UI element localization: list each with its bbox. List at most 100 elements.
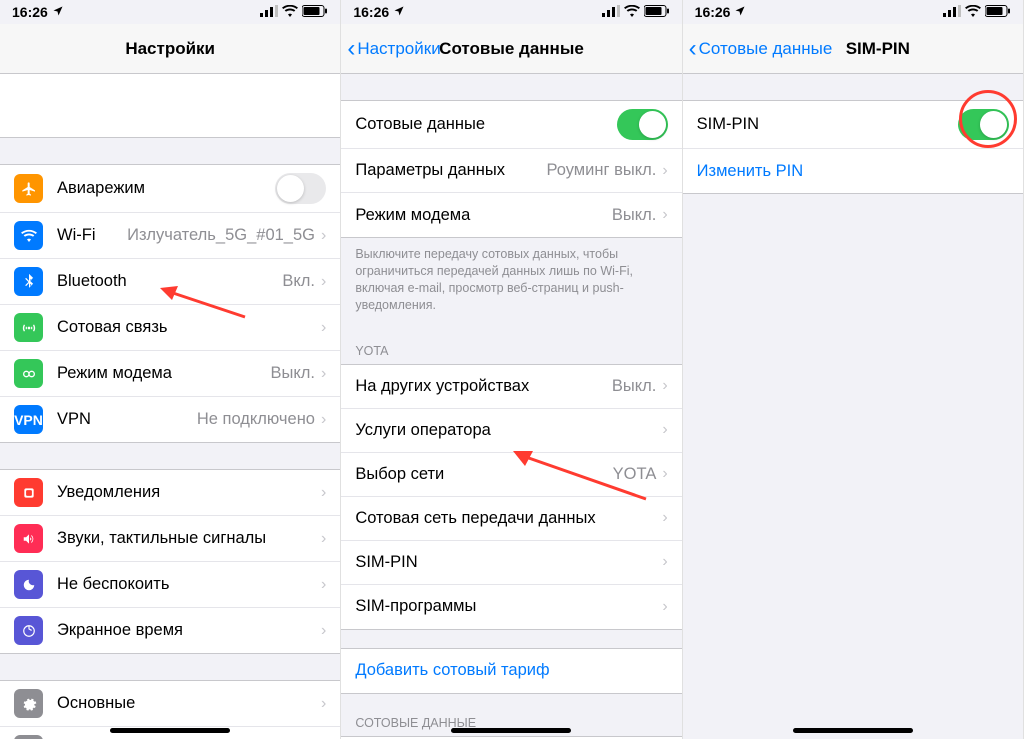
chevron-icon: › — [321, 411, 326, 429]
label: Выбор сети — [355, 465, 612, 484]
battery-icon — [985, 4, 1011, 20]
row-screentime[interactable]: Экранное время › — [0, 608, 340, 653]
battery-icon — [302, 4, 328, 20]
chevron-icon: › — [321, 319, 326, 337]
profile-placeholder[interactable] — [0, 74, 340, 138]
cellular-icon — [14, 313, 43, 342]
chevron-icon: › — [662, 598, 667, 616]
label: Звуки, тактильные сигналы — [57, 529, 321, 548]
chevron-icon: › — [321, 484, 326, 502]
label: SIM-PIN — [697, 115, 958, 134]
wifi-icon — [282, 4, 298, 20]
simpin-toggle[interactable] — [958, 109, 1009, 140]
row-hotspot[interactable]: Режим модема Выкл. › — [341, 193, 681, 237]
back-label: Настройки — [357, 39, 440, 59]
row-cellular-data[interactable]: Сотовые данные — [341, 101, 681, 149]
chevron-icon: › — [662, 465, 667, 483]
cellular-toggle[interactable] — [617, 109, 668, 140]
chevron-icon: › — [321, 695, 326, 713]
label: SIM-программы — [355, 597, 662, 616]
general-icon — [14, 689, 43, 718]
status-time: 16:26 — [695, 4, 731, 20]
nav-bar: ‹ Настройки Сотовые данные — [341, 24, 681, 74]
chevron-left-icon: ‹ — [689, 37, 697, 61]
group-yota: На других устройствах Выкл. › Услуги опе… — [341, 364, 681, 630]
row-network-selection[interactable]: Выбор сети YOTA › — [341, 453, 681, 497]
label: Авиарежим — [57, 179, 275, 198]
row-general[interactable]: Основные › — [0, 681, 340, 727]
row-hotspot[interactable]: Режим модема Выкл. › — [0, 351, 340, 397]
chevron-icon: › — [321, 227, 326, 245]
row-sounds[interactable]: Звуки, тактильные сигналы › — [0, 516, 340, 562]
airplane-icon — [14, 174, 43, 203]
wifi-icon — [14, 221, 43, 250]
label: Сотовая связь — [57, 318, 321, 337]
row-data-options[interactable]: Параметры данных Роуминг выкл. › — [341, 149, 681, 193]
value: Вкл. — [282, 272, 315, 291]
battery-icon — [644, 4, 670, 20]
row-vpn[interactable]: VPN VPN Не подключено › — [0, 397, 340, 442]
location-icon — [52, 4, 64, 20]
signal-icon — [943, 4, 961, 20]
group-simpin: SIM-PIN Изменить PIN — [683, 100, 1023, 194]
row-sim-pin[interactable]: SIM-PIN — [683, 101, 1023, 149]
status-time: 16:26 — [12, 4, 48, 20]
row-other-devices[interactable]: На других устройствах Выкл. › — [341, 365, 681, 409]
notifications-icon — [14, 478, 43, 507]
chevron-icon: › — [662, 206, 667, 224]
pane-settings: 16:26 Настройки Авиарежим — [0, 0, 341, 739]
value: Выкл. — [612, 377, 656, 396]
value: Выкл. — [271, 364, 315, 383]
chevron-icon: › — [662, 162, 667, 180]
label: Экранное время — [57, 621, 321, 640]
chevron-icon: › — [662, 377, 667, 395]
label: Сотовая сеть передачи данных — [355, 509, 662, 528]
row-sim-pin[interactable]: SIM-PIN › — [341, 541, 681, 585]
row-cellular-network[interactable]: Сотовая сеть передачи данных › — [341, 497, 681, 541]
label: Bluetooth — [57, 272, 282, 291]
vpn-icon: VPN — [14, 405, 43, 434]
nav-back-button[interactable]: ‹ Настройки — [347, 24, 440, 73]
nav-title: SIM-PIN — [846, 39, 910, 59]
signal-icon — [260, 4, 278, 20]
home-indicator[interactable] — [110, 728, 230, 733]
nav-title: Настройки — [125, 39, 215, 59]
row-bluetooth[interactable]: Bluetooth Вкл. › — [0, 259, 340, 305]
row-carrier-services[interactable]: Услуги оператора › — [341, 409, 681, 453]
footer-text: Выключите передачу сотовых данных, чтобы… — [341, 238, 681, 322]
chevron-icon: › — [321, 530, 326, 548]
status-time: 16:26 — [353, 4, 389, 20]
row-add-plan[interactable]: Добавить сотовый тариф — [341, 649, 681, 693]
chevron-icon: › — [662, 421, 667, 439]
nav-back-button[interactable]: ‹ Сотовые данные — [689, 24, 833, 73]
airplane-toggle[interactable] — [275, 173, 326, 204]
row-wifi[interactable]: Wi-Fi Излучатель_5G_#01_5G › — [0, 213, 340, 259]
location-icon — [734, 4, 746, 20]
status-bar: 16:26 — [0, 0, 340, 24]
pane-simpin: 16:26 ‹ Сотовые данные SIM-PIN SIM-PIN И… — [683, 0, 1024, 739]
label: Параметры данных — [355, 161, 546, 180]
home-indicator[interactable] — [451, 728, 571, 733]
row-cellular[interactable]: Сотовая связь › — [0, 305, 340, 351]
label: Сотовые данные — [355, 115, 616, 134]
nav-title: Сотовые данные — [439, 39, 584, 59]
chevron-icon: › — [662, 509, 667, 527]
nav-bar: Настройки — [0, 24, 340, 74]
row-airplane[interactable]: Авиарежим — [0, 165, 340, 213]
home-indicator[interactable] — [793, 728, 913, 733]
row-sim-apps[interactable]: SIM-программы › — [341, 585, 681, 629]
label: Добавить сотовый тариф — [355, 661, 667, 680]
controlcenter-icon — [14, 735, 43, 739]
hotspot-icon — [14, 359, 43, 388]
row-notifications[interactable]: Уведомления › — [0, 470, 340, 516]
group-data-usage: Текущий период 87,1 ГБ Текущий период ро… — [341, 736, 681, 739]
nav-bar: ‹ Сотовые данные SIM-PIN — [683, 24, 1023, 74]
sounds-icon — [14, 524, 43, 553]
value: Излучатель_5G_#01_5G — [127, 226, 315, 245]
row-dnd[interactable]: Не беспокоить › — [0, 562, 340, 608]
vpn-text: VPN — [14, 412, 43, 428]
screentime-icon — [14, 616, 43, 645]
value: YOTA — [613, 465, 657, 484]
row-change-pin[interactable]: Изменить PIN — [683, 149, 1023, 193]
status-bar: 16:26 — [683, 0, 1023, 24]
